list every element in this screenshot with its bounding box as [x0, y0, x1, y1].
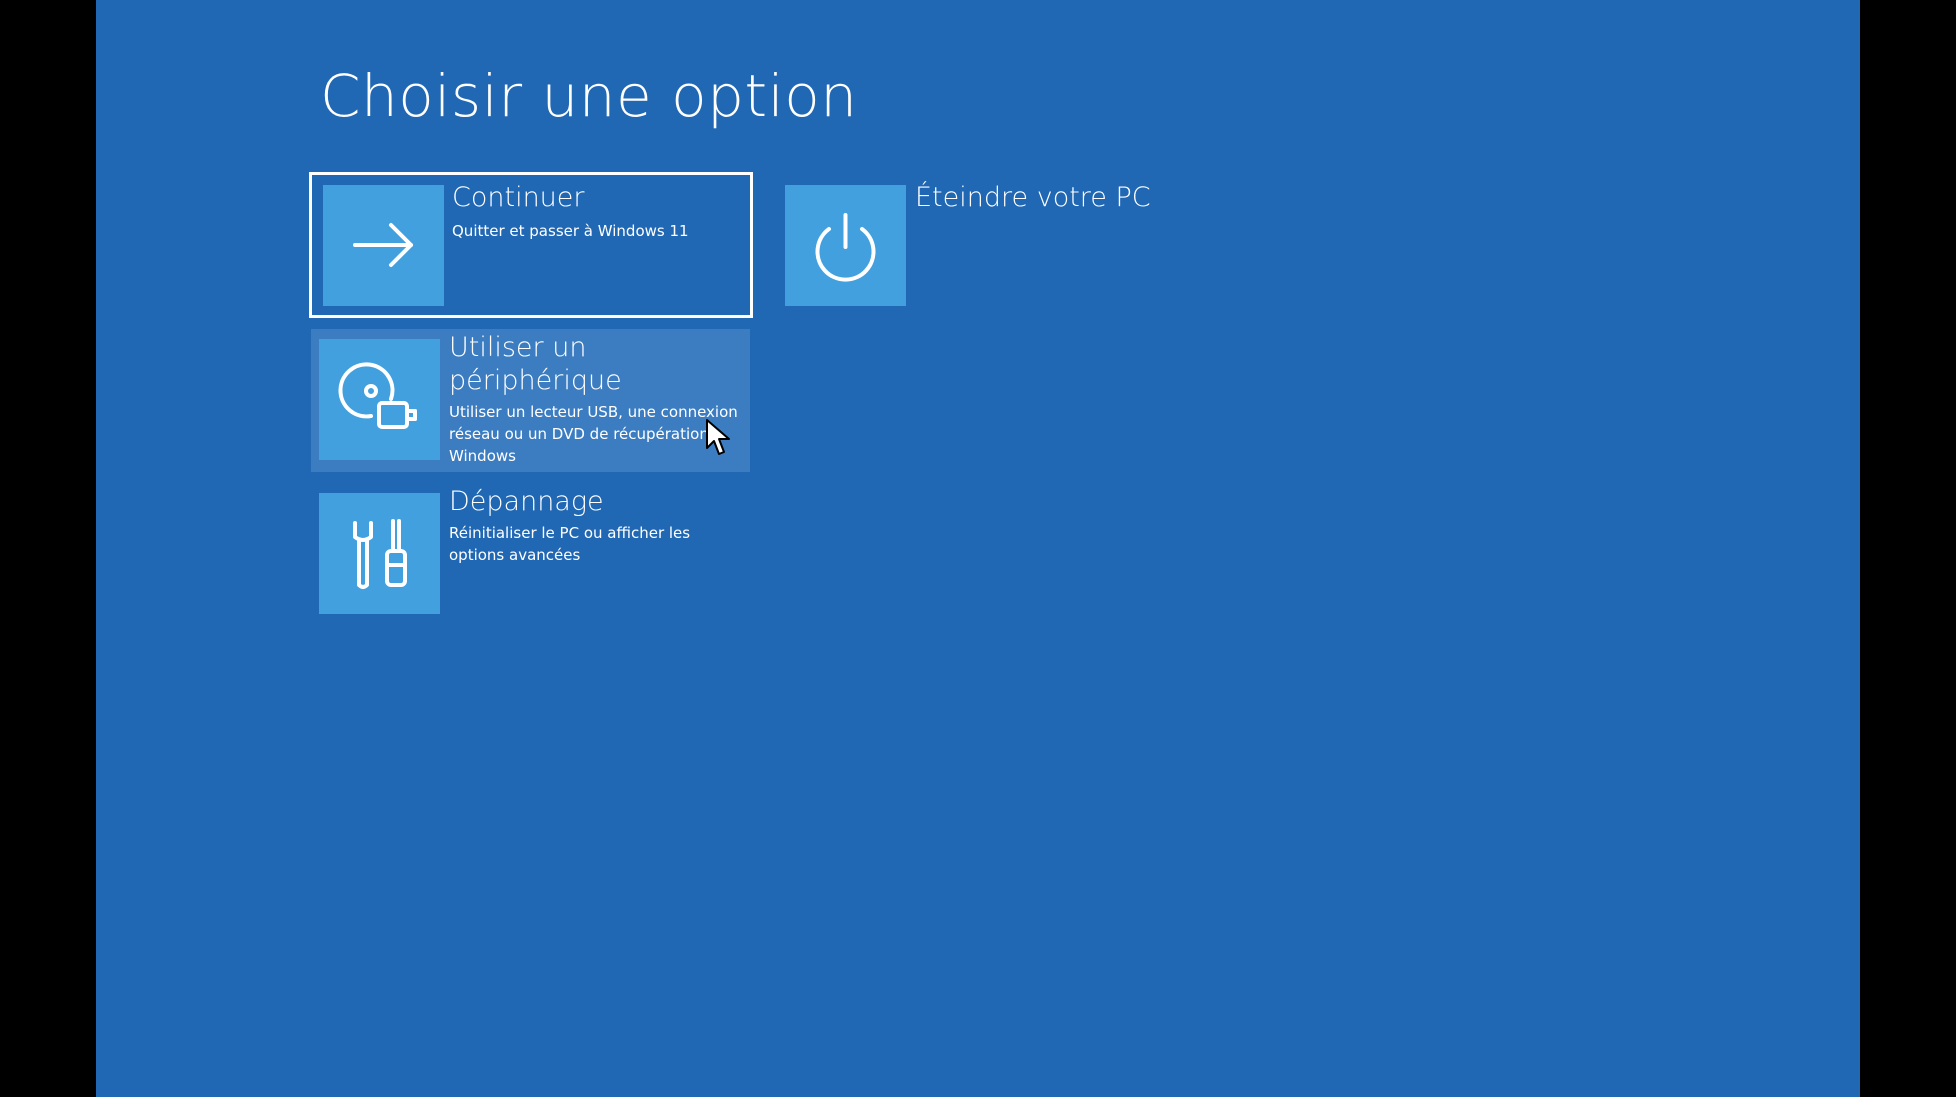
device-disc-usb-icon: [319, 339, 440, 460]
option-continue-title: Continuer: [452, 182, 585, 213]
page-title: Choisir une option: [320, 62, 858, 130]
option-troubleshoot-title: Dépannage: [449, 486, 604, 517]
arrow-right-icon: [323, 185, 444, 306]
option-use-device-text: Utiliser un périphérique Utiliser un lec…: [449, 331, 744, 467]
option-continue-description: Quitter et passer à Windows 11: [452, 222, 689, 240]
option-troubleshoot-text: Dépannage Réinitialiser le PC ou affiche…: [449, 485, 744, 566]
recovery-screen: Choisir une option Continuer Quitter et …: [96, 0, 1860, 1097]
option-use-device-title: Utiliser un périphérique: [449, 332, 622, 396]
option-shutdown-text: Éteindre votre PC: [915, 181, 1213, 214]
option-troubleshoot-description: Réinitialiser le PC ou afficher les opti…: [449, 524, 691, 564]
option-shutdown-title: Éteindre votre PC: [915, 182, 1151, 213]
mouse-cursor-icon: [705, 418, 733, 458]
power-icon: [785, 185, 906, 306]
letterbox-right: [1860, 0, 1956, 1097]
letterbox-left: [0, 0, 96, 1097]
option-troubleshoot-tile[interactable]: Dépannage Réinitialiser le PC ou affiche…: [311, 483, 750, 626]
option-use-device-description: Utiliser un lecteur USB, une connexion r…: [449, 403, 738, 465]
option-continue-tile[interactable]: Continuer Quitter et passer à Windows 11: [309, 172, 753, 318]
tools-icon: [319, 493, 440, 614]
option-continue-text: Continuer Quitter et passer à Windows 11: [452, 181, 744, 242]
option-use-device-tile[interactable]: Utiliser un périphérique Utiliser un lec…: [311, 329, 750, 472]
option-shutdown-tile[interactable]: Éteindre votre PC: [775, 175, 1219, 321]
